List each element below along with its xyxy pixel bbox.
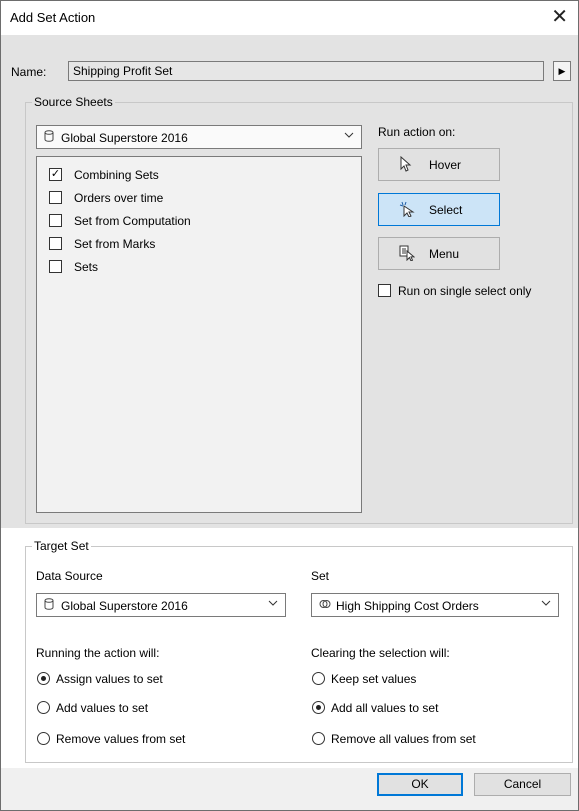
radio-label: Add values to set [56,701,149,715]
target-set-field-label: Set [311,569,330,583]
name-label: Name: [11,65,47,79]
sheet-checkbox-set-from-computation[interactable] [49,214,62,227]
cancel-button[interactable]: Cancel [474,773,571,796]
pointer-select-icon [399,201,415,220]
radio-button[interactable] [312,732,325,745]
single-select-box[interactable] [378,284,391,297]
single-select-label: Run on single select only [398,284,532,298]
sheet-checkbox-combining-sets[interactable]: ✓ [49,168,62,181]
radio-button[interactable] [312,701,325,714]
radio-button[interactable] [37,672,50,685]
sheet-item-label: Sets [74,260,99,274]
radio-button[interactable] [312,672,325,685]
close-icon[interactable]: ✕ [551,5,568,29]
sheet-checkbox-sets[interactable] [49,260,62,273]
target-set-label: Target Set [32,539,91,553]
target-datasource-value: Global Superstore 2016 [61,599,188,613]
sheet-item-label: Set from Marks [74,237,156,251]
chevron-down-icon [541,597,551,612]
menu-button-label: Menu [429,247,460,261]
radio-label: Remove all values from set [331,732,476,746]
title-bar: Add Set Action ✕ [1,1,578,35]
add-set-action-dialog: Add Set Action ✕ Name: Shipping Profit S… [0,0,579,811]
dialog-title: Add Set Action [10,10,96,25]
menu-button[interactable]: Menu [378,237,500,270]
radio-button[interactable] [37,732,50,745]
sheet-item-label: Set from Computation [74,214,191,228]
chevron-down-icon [268,597,278,612]
source-datasource-dropdown[interactable]: Global Superstore 2016 [36,125,362,149]
target-set-value: High Shipping Cost Orders [336,599,479,613]
running-action-label: Running the action will: [36,646,160,660]
radio-button[interactable] [37,701,50,714]
sheet-checkbox-orders-over-time[interactable] [49,191,62,204]
source-datasource-value: Global Superstore 2016 [61,131,188,145]
pointer-menu-icon [399,245,416,264]
hover-button-label: Hover [429,158,462,172]
target-set-dropdown[interactable]: High Shipping Cost Orders [311,593,559,617]
select-button[interactable]: Select [378,193,500,226]
sheet-item-label: Combining Sets [74,168,159,182]
radio-label: Keep set values [331,672,417,686]
radio-label: Remove values from set [56,732,186,746]
target-datasource-label: Data Source [36,569,103,583]
pointer-hover-icon [399,155,413,175]
source-sheets-label: Source Sheets [32,95,115,109]
radio-label: Assign values to set [56,672,163,686]
database-icon [44,598,54,613]
chevron-down-icon [344,129,354,144]
clearing-selection-label: Clearing the selection will: [311,646,450,660]
target-datasource-dropdown[interactable]: Global Superstore 2016 [36,593,286,617]
name-input[interactable]: Shipping Profit Set [68,61,544,81]
name-menu-arrow-icon[interactable]: ▶ [553,61,571,81]
ok-button[interactable]: OK [377,773,463,796]
radio-label: Add all values to set [331,701,439,715]
sheet-checkbox-set-from-marks[interactable] [49,237,62,250]
source-sheets-list: ✓ Combining Sets Orders over time Set fr… [36,156,362,513]
set-icon [319,598,331,613]
sheet-item-label: Orders over time [74,191,164,205]
select-button-label: Select [429,203,463,217]
hover-button[interactable]: Hover [378,148,500,181]
database-icon [44,130,54,145]
run-action-label: Run action on: [378,125,456,139]
